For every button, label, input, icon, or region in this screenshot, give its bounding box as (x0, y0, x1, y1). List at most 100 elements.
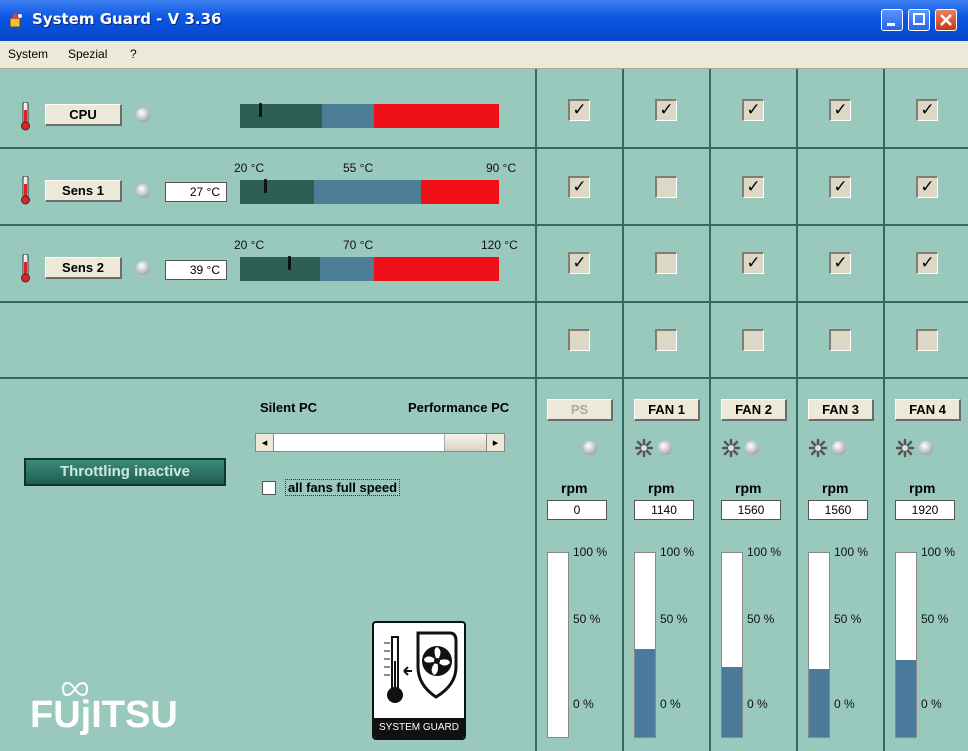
bar-low-zone (240, 257, 320, 281)
throttling-status-button[interactable]: Throttling inactive (24, 458, 226, 486)
cpu-status-led (136, 108, 150, 122)
system-guard-logo: SYSTEM GUARD (372, 621, 466, 740)
pct-0-label: 0 % (573, 697, 594, 711)
fan-status-led (832, 441, 846, 455)
menu-help[interactable]: ? (130, 47, 137, 61)
title-bar: System Guard - V 3.36 (0, 0, 968, 41)
sens1-temp-value: 27 °C (165, 182, 227, 202)
sensor-fan-checkbox[interactable]: ✓ (916, 252, 938, 274)
sens2-sensor-button[interactable]: Sens 2 (45, 257, 122, 279)
fan-level-bar (634, 552, 656, 738)
divider (0, 301, 968, 303)
sensor-fan-checkbox[interactable]: ✓ (742, 99, 764, 121)
rpm-value: 0 (547, 500, 607, 520)
pct-0-label: 0 % (660, 697, 681, 711)
minimize-button[interactable] (881, 9, 903, 31)
divider (0, 224, 968, 226)
bar-low-zone (240, 180, 314, 204)
fan-level-fill (635, 648, 655, 737)
performance-pc-label: Performance PC (408, 400, 510, 415)
divider (622, 69, 624, 751)
rpm-value: 1560 (721, 500, 781, 520)
fan-level-fill (896, 659, 916, 737)
sensor-fan-checkbox[interactable]: ✓ (916, 99, 938, 121)
fan-status-led (583, 441, 597, 455)
pct-100-label: 100 % (834, 545, 869, 559)
sens2-temp-marker (288, 256, 291, 270)
silent-pc-label: Silent PC (260, 400, 318, 415)
fan-status-led (745, 441, 759, 455)
all-fans-full-speed-label[interactable]: all fans full speed (285, 479, 401, 496)
sensor-fan-checkbox[interactable] (829, 329, 851, 351)
divider (709, 69, 711, 751)
slider-thumb[interactable] (444, 434, 488, 451)
sensor-fan-checkbox[interactable] (568, 329, 590, 351)
fan-level-bar (895, 552, 917, 738)
bar-mid-zone (314, 180, 421, 204)
sensor-fan-checkbox[interactable]: ✓ (829, 99, 851, 121)
bar-mid-zone (320, 257, 374, 281)
sensor-fan-checkbox[interactable]: ✓ (829, 252, 851, 274)
fan-button[interactable]: FAN 1 (634, 399, 700, 421)
menu-bar: System Spezial ? (0, 41, 968, 69)
sens2-scale-max: 120 °C (481, 238, 518, 252)
sensor-fan-checkbox[interactable] (655, 176, 677, 198)
fan-button[interactable]: FAN 2 (721, 399, 787, 421)
divider (0, 377, 968, 379)
fan-level-bar (808, 552, 830, 738)
sens2-temp-value: 39 °C (165, 260, 227, 280)
fan-profile-slider[interactable]: ◂ ▸ (255, 433, 505, 452)
sens1-status-led (136, 184, 150, 198)
sensor-fan-checkbox[interactable]: ✓ (568, 252, 590, 274)
divider (883, 69, 885, 751)
thermometer-icon (21, 102, 30, 131)
fan-button[interactable]: FAN 4 (895, 399, 961, 421)
maximize-button[interactable] (908, 9, 930, 31)
divider (535, 69, 537, 751)
sens1-scale-max: 90 °C (486, 161, 517, 175)
thermometer-icon (21, 254, 30, 283)
pct-50-label: 50 % (921, 612, 949, 626)
fan-button[interactable]: FAN 3 (808, 399, 874, 421)
sensor-fan-checkbox[interactable]: ✓ (568, 176, 590, 198)
rpm-label: rpm (735, 480, 762, 496)
sensor-fan-checkbox[interactable]: ✓ (568, 99, 590, 121)
slider-left-arrow[interactable]: ◂ (256, 434, 274, 451)
pct-100-label: 100 % (921, 545, 956, 559)
fan-button[interactable]: PS (547, 399, 613, 421)
sensor-fan-checkbox[interactable] (655, 329, 677, 351)
fujitsu-logo: FUjITSU (30, 694, 178, 736)
pct-50-label: 50 % (747, 612, 775, 626)
thermometer-icon (21, 176, 30, 205)
sens1-sensor-button[interactable]: Sens 1 (45, 180, 122, 202)
sensor-fan-checkbox[interactable]: ✓ (916, 176, 938, 198)
sensor-fan-checkbox[interactable]: ✓ (742, 176, 764, 198)
close-button[interactable] (935, 9, 957, 31)
fan-level-bar (721, 552, 743, 738)
app-icon (9, 14, 22, 28)
maximize-icon (913, 13, 925, 25)
sens2-temp-bar (240, 257, 499, 281)
fan-spin-icon (895, 438, 915, 458)
sensor-fan-checkbox[interactable] (742, 329, 764, 351)
all-fans-full-speed-checkbox[interactable] (262, 481, 276, 495)
sensor-fan-checkbox[interactable] (655, 252, 677, 274)
sens2-status-led (136, 261, 150, 275)
sensor-fan-checkbox[interactable]: ✓ (742, 252, 764, 274)
cpu-sensor-button[interactable]: CPU (45, 104, 122, 126)
fan-level-fill (809, 668, 829, 737)
sens1-temp-marker (264, 179, 267, 193)
thermometer-fan-shield-icon (384, 631, 458, 703)
slider-right-arrow[interactable]: ▸ (486, 434, 504, 451)
pct-0-label: 0 % (834, 697, 855, 711)
pct-50-label: 50 % (834, 612, 862, 626)
pct-100-label: 100 % (573, 545, 608, 559)
cpu-temp-bar (240, 104, 499, 128)
divider (796, 69, 798, 751)
sensor-fan-checkbox[interactable]: ✓ (655, 99, 677, 121)
menu-system[interactable]: System (8, 47, 48, 61)
sensor-fan-checkbox[interactable] (916, 329, 938, 351)
sensor-fan-checkbox[interactable]: ✓ (829, 176, 851, 198)
minimize-icon (887, 23, 895, 26)
menu-spezial[interactable]: Spezial (68, 47, 107, 61)
